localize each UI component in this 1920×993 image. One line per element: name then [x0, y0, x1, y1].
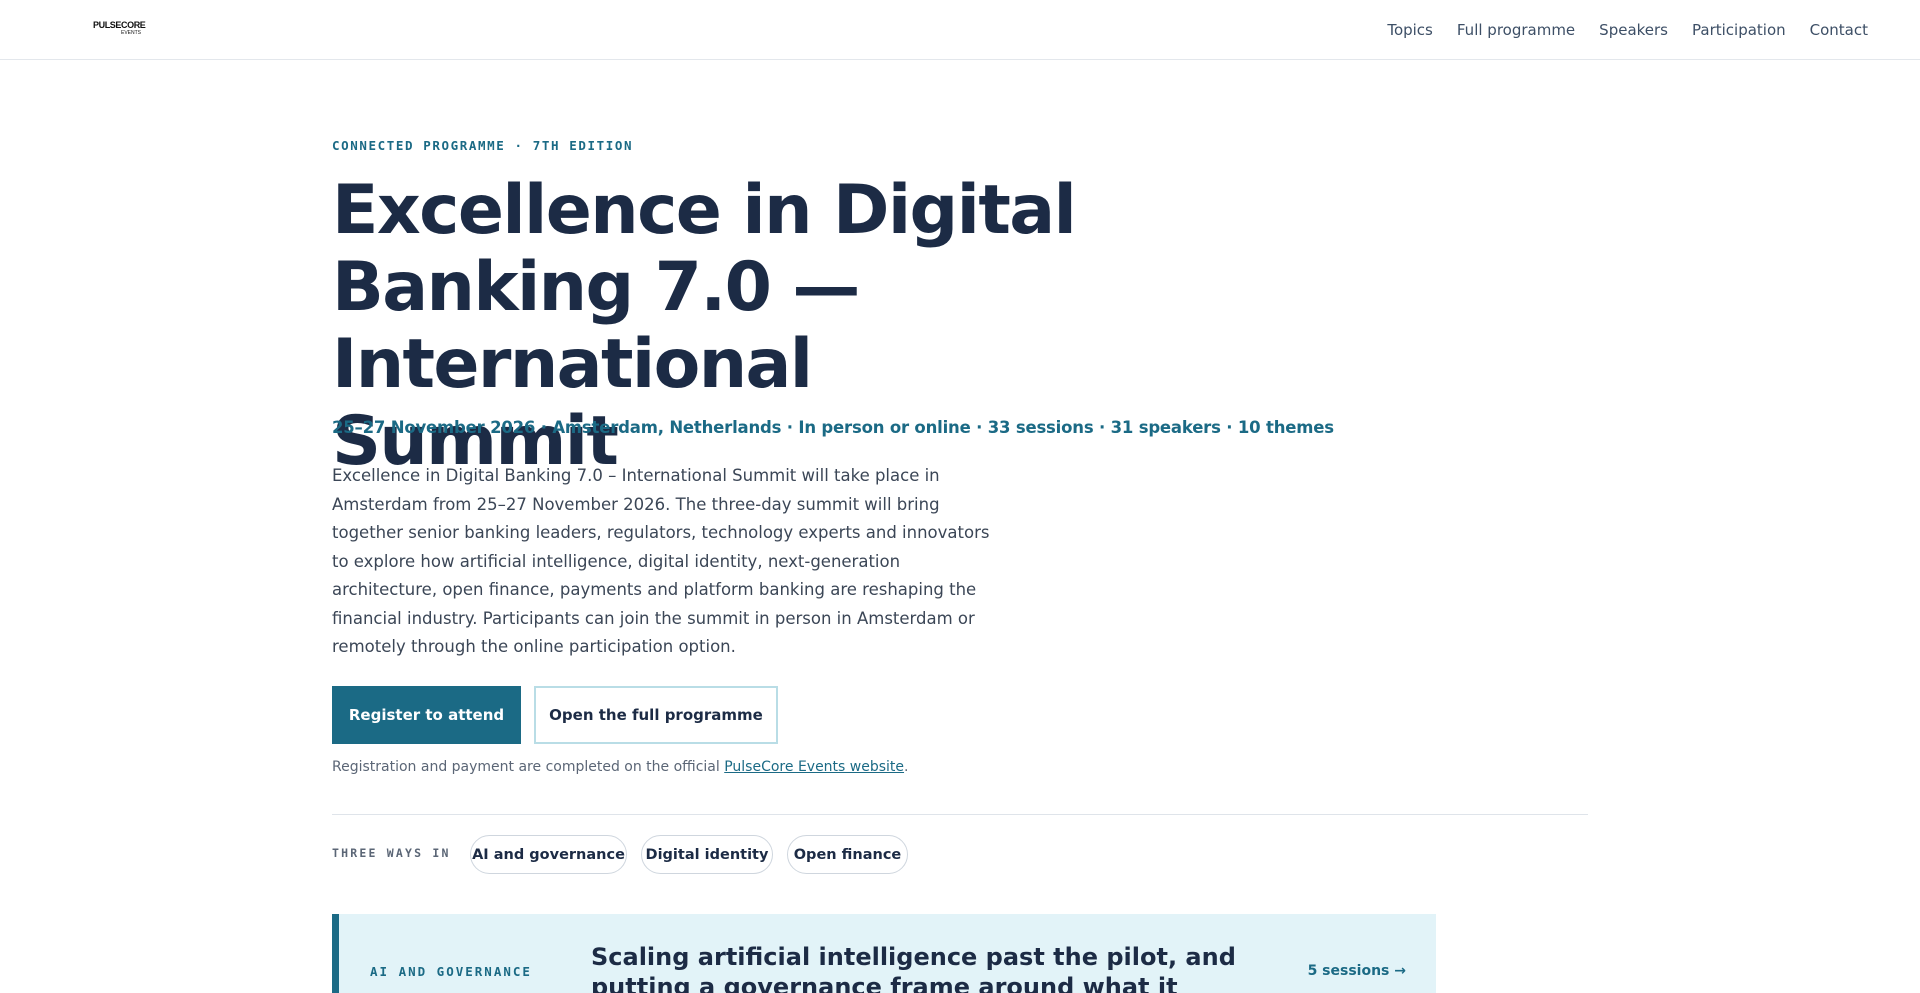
nav-topics[interactable]: Topics	[1387, 20, 1433, 40]
nav-participation[interactable]: Participation	[1692, 20, 1786, 40]
edition-kicker: CONNECTED PROGRAMME · 7TH EDITION	[332, 138, 634, 153]
theme-card-sessions-link[interactable]: 5 sessions →	[1308, 963, 1406, 979]
nav-speakers[interactable]: Speakers	[1599, 20, 1668, 40]
logo-subtext: EVENTS	[120, 30, 141, 36]
open-programme-button[interactable]: Open the full programme	[534, 686, 778, 744]
nav-full-programme[interactable]: Full programme	[1457, 20, 1575, 40]
theme-card-title: Scaling artificial intelligence past the…	[591, 943, 1236, 993]
three-ways-label: THREE WAYS IN	[332, 846, 451, 860]
regnote-prefix: Registration and payment are completed o…	[332, 759, 725, 775]
theme-card-label: AI AND GOVERNANCE	[370, 964, 532, 979]
pulsecore-website-link[interactable]: PulseCore Events website	[724, 759, 904, 775]
pill-digital-identity[interactable]: Digital identity	[641, 835, 773, 874]
event-description: Excellence in Digital Banking 7.0 – Inte…	[332, 466, 990, 656]
section-divider	[332, 814, 1588, 815]
main-nav: Topics Full programme Speakers Participa…	[1387, 20, 1868, 40]
logo-wordmark: PULSECORE	[93, 20, 146, 30]
registration-note: Registration and payment are completed o…	[332, 759, 908, 775]
theme-card-ai-governance[interactable]: AI AND GOVERNANCE Scaling artificial int…	[332, 914, 1436, 993]
pill-ai-governance[interactable]: AI and governance	[470, 835, 627, 874]
pulsecore-logo[interactable]: PULSECORE EVENTS	[93, 20, 146, 40]
register-button[interactable]: Register to attend	[332, 686, 521, 744]
nav-contact[interactable]: Contact	[1810, 20, 1868, 40]
event-meta: 25–27 November 2026 · Amsterdam, Netherl…	[332, 418, 1334, 437]
pill-open-finance[interactable]: Open finance	[787, 835, 908, 874]
regnote-suffix: .	[904, 759, 909, 775]
site-header: PULSECORE EVENTS Topics Full programme S…	[0, 0, 1920, 60]
